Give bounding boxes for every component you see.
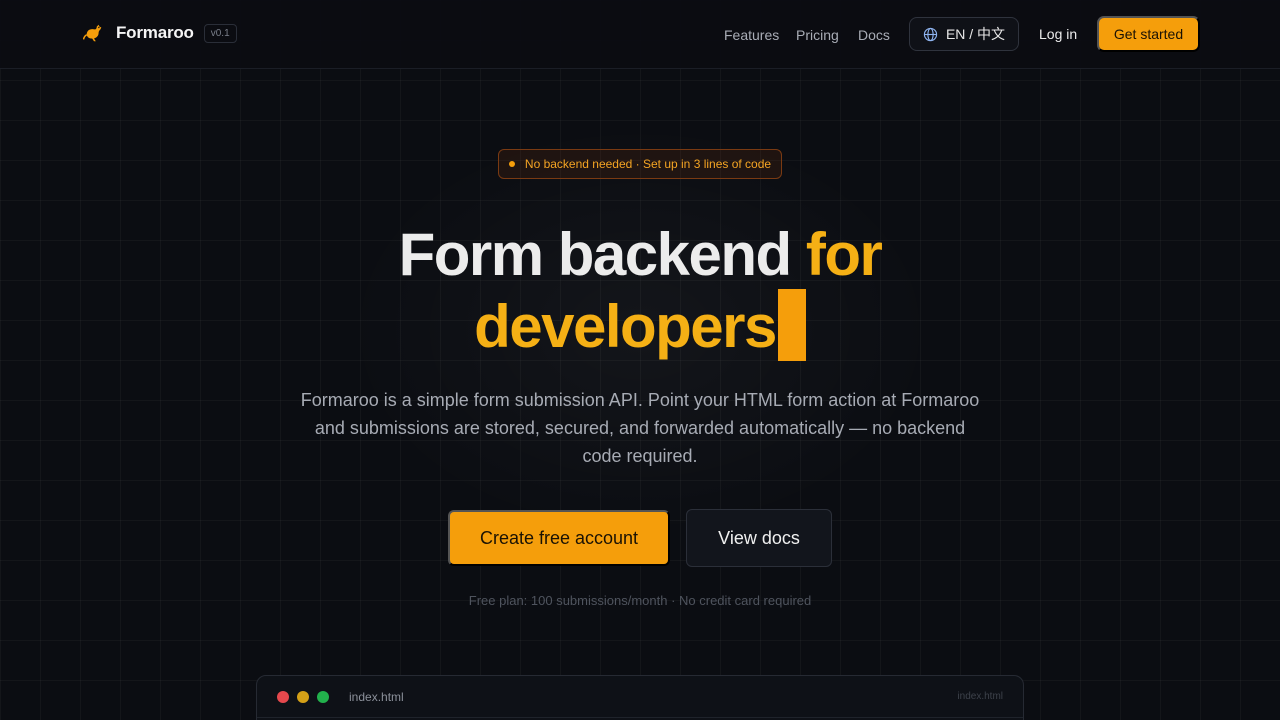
nav-link-pricing[interactable]: Pricing [796,27,839,43]
view-docs-button[interactable]: View docs [686,509,832,567]
hero-subtitle: Formaroo is a simple form submission API… [300,390,980,466]
nav-link-features[interactable]: Features [724,27,779,43]
language-switcher-button[interactable]: EN / 中文 [909,17,1019,51]
hero-headline: Form backend for developers [0,219,1280,363]
headline-amber-part-1: for [805,221,883,288]
top-navbar: Formaroo v0.1 Features Pricing Docs EN /… [0,0,1280,69]
typing-cursor [777,289,806,361]
create-free-account-button[interactable]: Create free account [448,510,670,566]
headline-amber-part-2: developers [474,293,777,360]
code-window-title: index.html [349,690,404,704]
get-started-button[interactable]: Get started [1097,16,1200,52]
main-nav-pricing: Pricing [796,0,839,69]
version-badge: v0.1 [203,23,237,43]
login-link[interactable]: Log in [1039,26,1077,42]
globe-icon [923,27,938,41]
badge-dot-icon [508,161,515,167]
hero-badge: No backend needed · Set up in 3 lines of… [498,149,782,179]
code-window-divider [257,717,1023,718]
code-window-filename: index.html [957,691,1003,702]
main-nav: Features [724,0,779,69]
nav-link-docs[interactable]: Docs [858,27,890,43]
window-minimize-dot [297,691,309,703]
main-nav-docs: Docs [858,0,890,69]
free-plan-note: Free plan: 100 submissions/month · No cr… [468,593,812,608]
brand-home-link[interactable]: Formaroo v0.1 [83,22,237,44]
headline-white-part: Form backend [398,221,793,288]
language-label: EN / 中文 [945,26,1006,42]
code-preview-window: index.html index.html [256,675,1024,720]
window-maximize-dot [317,691,329,703]
window-close-dot [277,691,289,703]
brand-name: Formaroo [116,23,194,42]
kangaroo-logo-icon [83,24,102,42]
badge-text: No backend needed · Set up in 3 lines of… [524,157,772,171]
